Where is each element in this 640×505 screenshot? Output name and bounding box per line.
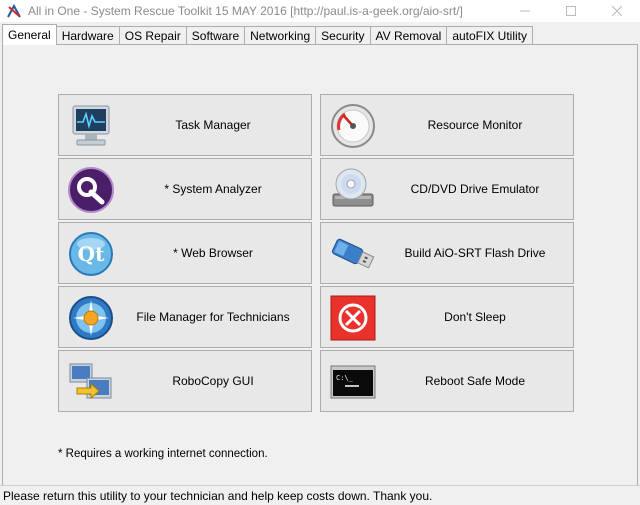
tab-networking[interactable]: Networking bbox=[244, 26, 317, 45]
tab-av-removal[interactable]: AV Removal bbox=[369, 26, 448, 45]
tab-strip: General Hardware OS Repair Software Netw… bbox=[2, 24, 534, 45]
app-icon bbox=[7, 3, 21, 18]
status-text: Please return this utility to your techn… bbox=[3, 488, 433, 503]
tab-general[interactable]: General bbox=[2, 24, 57, 45]
resource-monitor-label: Resource Monitor bbox=[427, 118, 523, 132]
robocopy-label: RoboCopy GUI bbox=[172, 374, 254, 388]
system-analyzer-label: * System Analyzer bbox=[164, 182, 262, 196]
build-flash-drive-label: Build AiO-SRT Flash Drive bbox=[404, 246, 546, 260]
internet-footnote: * Requires a working internet connection… bbox=[58, 448, 268, 460]
gauge-icon bbox=[331, 104, 375, 148]
reboot-safe-mode-button[interactable]: C:\_ Reboot Safe Mode bbox=[320, 350, 574, 412]
web-browser-button[interactable]: Qt * Web Browser bbox=[58, 222, 312, 284]
task-manager-icon bbox=[72, 105, 110, 146]
title-bar: All in One - System Rescue Toolkit 15 MA… bbox=[0, 0, 640, 22]
svg-text:Qt: Qt bbox=[78, 242, 105, 266]
compass-icon bbox=[69, 296, 113, 340]
task-manager-label: Task Manager bbox=[175, 118, 251, 132]
maximize-icon bbox=[566, 6, 576, 16]
build-flash-drive-button[interactable]: Build AiO-SRT Flash Drive bbox=[320, 222, 574, 284]
status-bar: Please return this utility to your techn… bbox=[0, 485, 640, 505]
dont-sleep-button[interactable]: Don't Sleep bbox=[320, 286, 574, 348]
dont-sleep-icon bbox=[330, 295, 376, 341]
dont-sleep-label: Don't Sleep bbox=[444, 310, 506, 324]
close-icon bbox=[612, 6, 622, 16]
file-manager-label: File Manager for Technicians bbox=[136, 310, 290, 324]
robocopy-button[interactable]: RoboCopy GUI bbox=[58, 350, 312, 412]
window-title: All in One - System Rescue Toolkit 15 MA… bbox=[28, 4, 463, 18]
tab-hardware[interactable]: Hardware bbox=[55, 26, 120, 45]
qt-browser-icon: Qt bbox=[69, 232, 113, 276]
cd-dvd-emulator-button[interactable]: CD/DVD Drive Emulator bbox=[320, 158, 574, 220]
system-analyzer-button[interactable]: * System Analyzer bbox=[58, 158, 312, 220]
svg-text:C:\_: C:\_ bbox=[336, 374, 354, 382]
tab-os-repair[interactable]: OS Repair bbox=[118, 26, 187, 45]
cd-drive-icon bbox=[332, 168, 374, 207]
usb-drive-icon bbox=[331, 238, 375, 269]
robocopy-icon bbox=[69, 363, 112, 400]
task-manager-button[interactable]: Task Manager bbox=[58, 94, 312, 156]
minimize-button[interactable] bbox=[502, 0, 548, 22]
system-analyzer-icon bbox=[68, 167, 114, 213]
tab-autofix-utility[interactable]: autoFIX Utility bbox=[446, 26, 534, 45]
minimize-icon bbox=[520, 10, 530, 12]
file-manager-button[interactable]: File Manager for Technicians bbox=[58, 286, 312, 348]
close-button[interactable] bbox=[594, 0, 640, 22]
resource-monitor-button[interactable]: Resource Monitor bbox=[320, 94, 574, 156]
cd-dvd-emulator-label: CD/DVD Drive Emulator bbox=[410, 182, 540, 196]
web-browser-label: * Web Browser bbox=[173, 246, 253, 260]
tab-security[interactable]: Security bbox=[315, 26, 371, 45]
maximize-button[interactable] bbox=[548, 0, 594, 22]
console-icon: C:\_ bbox=[330, 365, 376, 399]
reboot-safe-mode-label: Reboot Safe Mode bbox=[424, 374, 526, 388]
tab-software[interactable]: Software bbox=[185, 26, 246, 45]
window-controls bbox=[502, 0, 640, 22]
